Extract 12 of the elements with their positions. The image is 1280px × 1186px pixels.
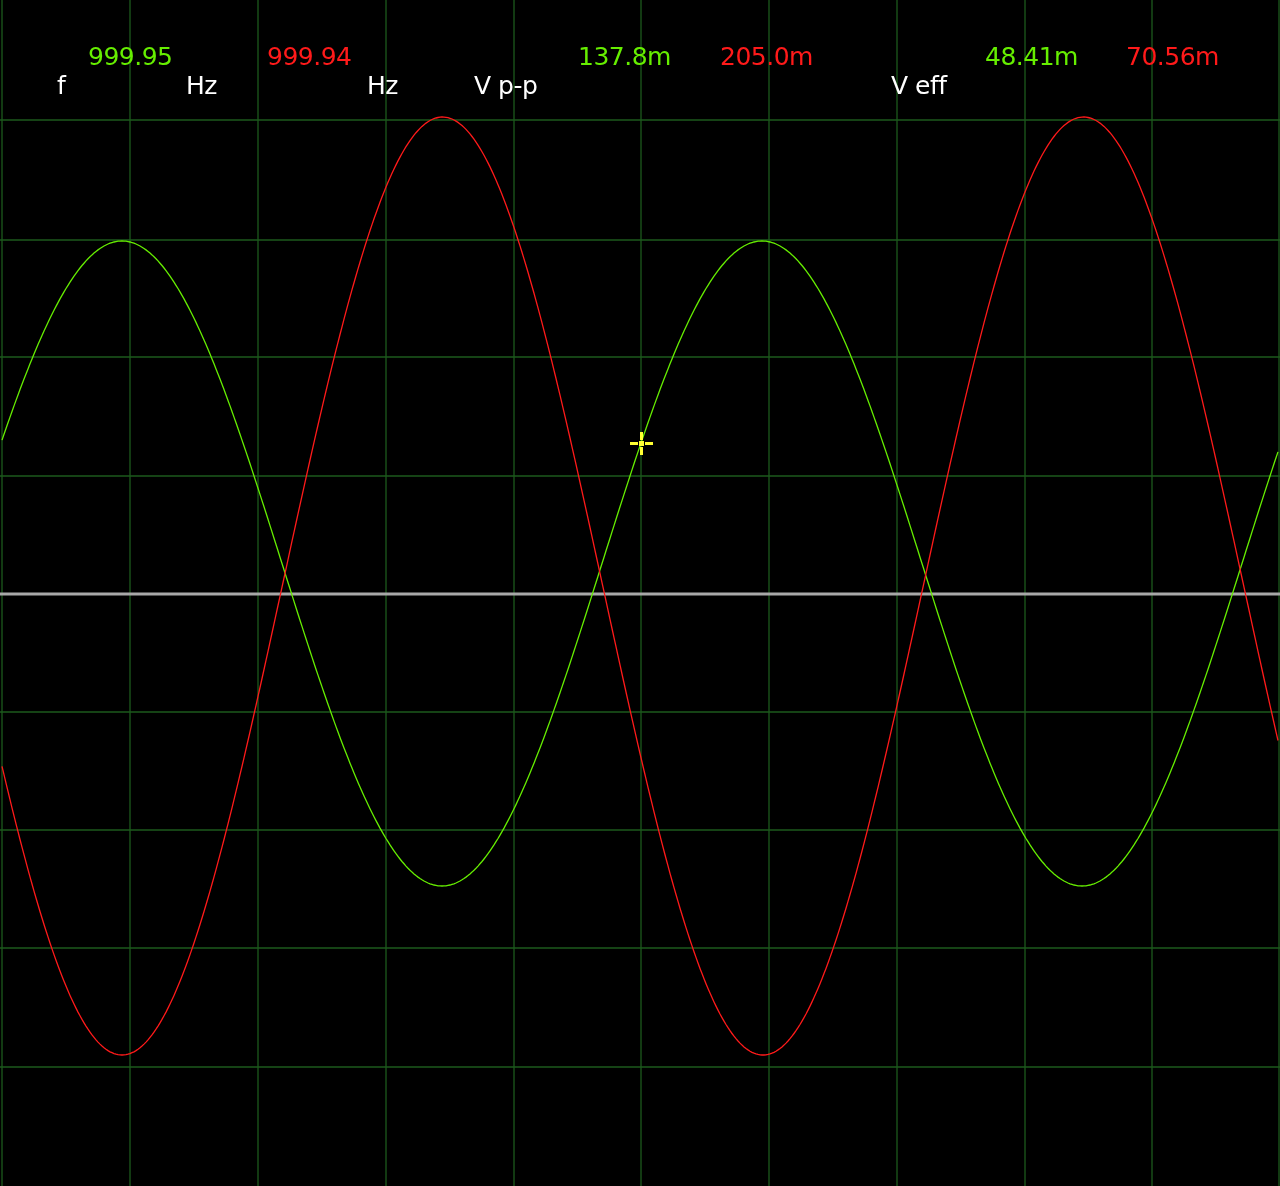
measurement-value: 999.94 xyxy=(267,42,352,72)
cursor-crosshair-icon xyxy=(630,432,653,455)
measurement-label: f xyxy=(57,71,66,101)
measurement-value: 999.95 xyxy=(88,42,173,72)
unit-label: Hz xyxy=(367,71,398,101)
measurement-value: 48.41m xyxy=(985,42,1078,72)
measurement-label: V p-p xyxy=(474,71,538,101)
measurement-value: 70.56m xyxy=(1126,42,1219,72)
measurement-value: 205.0m xyxy=(720,42,813,72)
unit-label: Hz xyxy=(186,71,217,101)
measurement-value: 137.8m xyxy=(578,42,671,72)
measurement-label: V eff xyxy=(891,71,947,101)
